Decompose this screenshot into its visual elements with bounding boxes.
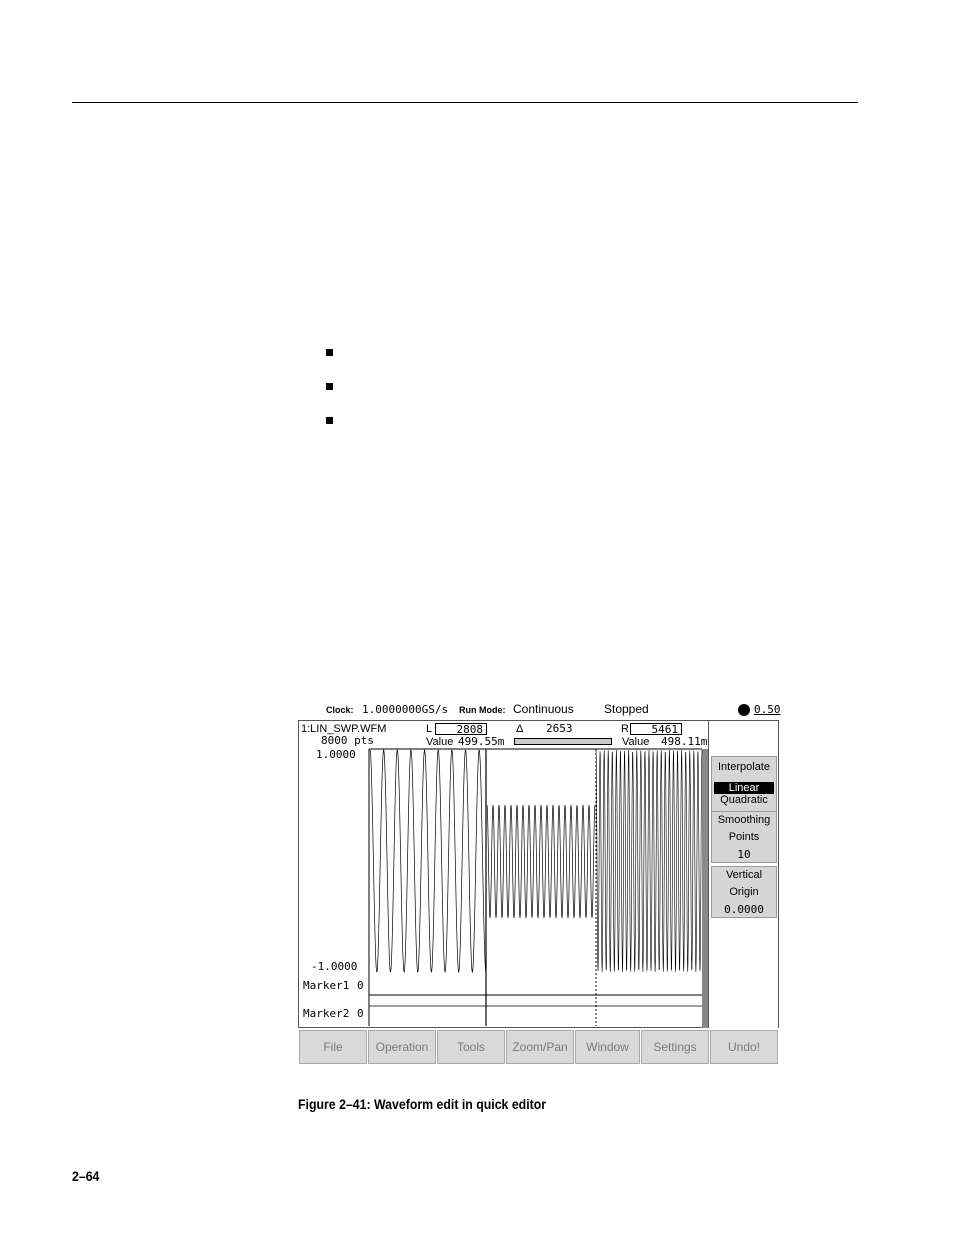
window-button[interactable]: Window	[575, 1030, 640, 1064]
smoothing-label-2: Points	[728, 831, 760, 843]
interpolate-quadratic-option[interactable]: Quadratic	[712, 794, 776, 806]
bullet-1	[326, 349, 333, 356]
vertical-label-1: Vertical	[725, 869, 763, 881]
figure-caption: Figure 2–41: Waveform edit in quick edit…	[298, 1096, 547, 1112]
zoom-pan-button[interactable]: Zoom/Pan	[506, 1030, 574, 1064]
bullet-2	[326, 383, 333, 390]
vertical-value: 0.0000	[724, 903, 764, 916]
waveform-segment-2	[486, 804, 596, 919]
header-rule	[72, 102, 858, 103]
file-button[interactable]: File	[299, 1030, 367, 1064]
operation-button[interactable]: Operation	[368, 1030, 436, 1064]
undo-button[interactable]: Undo!	[710, 1030, 778, 1064]
smoothing-label-1: Smoothing	[717, 814, 771, 826]
vertical-label-2: Origin	[729, 886, 759, 898]
quick-editor-screenshot: Clock: 1.0000000GS/s Run Mode: Continuou…	[298, 700, 781, 1064]
waveform-segment-3	[595, 749, 703, 973]
page-number: 2–64	[72, 1168, 100, 1184]
interpolate-title: Interpolate	[718, 761, 770, 773]
side-menu: Interpolate Linear Quadratic Smoothing P…	[709, 720, 779, 1028]
smoothing-points-button[interactable]: Smoothing Points 10	[711, 811, 777, 863]
interpolate-linear-option[interactable]: Linear	[714, 782, 774, 794]
waveform-plot[interactable]	[298, 700, 779, 1030]
settings-button[interactable]: Settings	[641, 1030, 709, 1064]
smoothing-value: 10	[737, 848, 751, 861]
waveform-segment-1	[369, 748, 487, 974]
scrollbar[interactable]	[702, 749, 708, 1028]
tools-button[interactable]: Tools	[437, 1030, 505, 1064]
vertical-origin-button[interactable]: Vertical Origin 0.0000	[711, 866, 777, 918]
bullet-3	[326, 417, 333, 424]
